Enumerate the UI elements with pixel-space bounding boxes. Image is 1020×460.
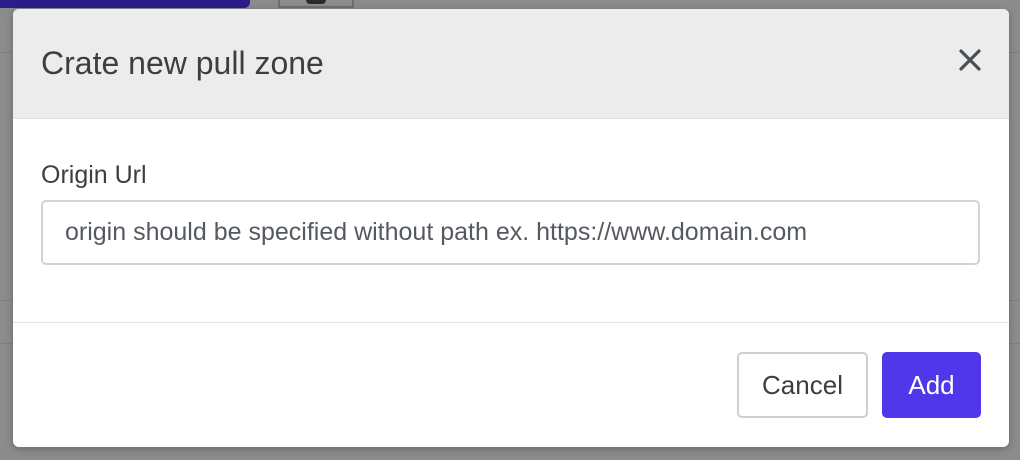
cancel-button[interactable]: Cancel — [737, 352, 868, 418]
modal-body: Origin Url — [13, 119, 1009, 322]
modal-footer: Cancel Add — [13, 323, 1009, 447]
add-button[interactable]: Add — [882, 352, 981, 418]
background-icon — [306, 0, 326, 4]
close-button[interactable] — [953, 43, 987, 77]
background-primary-button — [0, 0, 250, 8]
origin-url-label: Origin Url — [41, 161, 147, 189]
modal-title: Crate new pull zone — [41, 45, 324, 81]
modal-header: Crate new pull zone — [13, 9, 1009, 119]
origin-url-input[interactable] — [41, 200, 980, 265]
close-icon — [959, 49, 981, 71]
create-pull-zone-modal: Crate new pull zone Origin Url Cancel Ad… — [13, 9, 1009, 447]
